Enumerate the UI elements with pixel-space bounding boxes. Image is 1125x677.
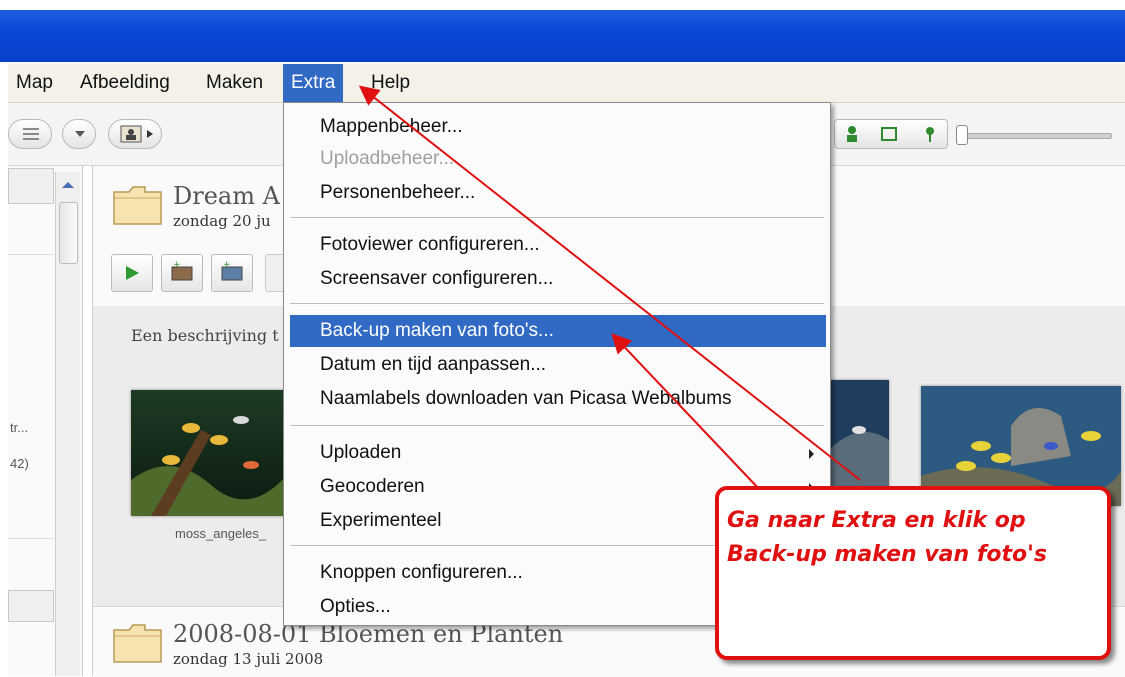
view-dropdown-button[interactable] <box>62 119 96 149</box>
callout-text: Ga naar Extra en klik op Back-up maken v… <box>727 504 1047 572</box>
menu-bar: Map Afbeelding Maken Extra Help <box>8 64 1125 103</box>
panel-header <box>8 168 54 204</box>
play-icon <box>126 266 139 280</box>
menu-item-mappenbeheer[interactable]: Mappenbeheer... <box>290 111 826 143</box>
panel-section-header <box>8 590 54 622</box>
submenu-arrow-icon <box>809 449 814 459</box>
scroll-up-icon <box>62 182 74 188</box>
window-title-bar <box>0 10 1125 62</box>
menu-item-screensaver[interactable]: Screensaver configureren... <box>290 263 826 295</box>
menu-help[interactable]: Help <box>363 64 418 102</box>
folder-count: 42) <box>10 456 29 471</box>
collage-icon: + <box>171 260 193 281</box>
callout-line-2: Back-up maken van foto's <box>727 542 1047 567</box>
menu-item-datum-tijd[interactable]: Datum en tijd aanpassen... <box>290 349 826 381</box>
play-slideshow-button[interactable] <box>111 254 153 292</box>
menu-map[interactable]: Map <box>8 64 61 102</box>
album-title[interactable]: Dream A <box>173 182 280 210</box>
menu-item-personenbeheer[interactable]: Personenbeheer... <box>290 177 826 209</box>
menu-maken[interactable]: Maken <box>198 64 271 102</box>
film-icon: + <box>221 260 243 281</box>
folder-icon <box>113 186 162 225</box>
svg-text:+: + <box>223 260 231 270</box>
menu-item-fotoviewer[interactable]: Fotoviewer configureren... <box>290 229 826 261</box>
photo-thumbnail[interactable] <box>131 390 291 516</box>
filter-icons <box>847 126 934 142</box>
album-date: zondag 13 juli 2008 <box>173 650 324 668</box>
list-view-button[interactable] <box>8 119 52 149</box>
filter-button-group[interactable] <box>834 119 948 149</box>
slideshow-button[interactable] <box>108 119 162 149</box>
divider <box>8 254 54 255</box>
folder-list-scrollbar[interactable] <box>55 172 80 676</box>
person-photo-icon <box>120 125 153 143</box>
menu-separator <box>290 217 824 219</box>
album-description[interactable]: Een beschrijving t <box>131 326 279 345</box>
menu-item-backup[interactable]: Back-up maken van foto's... <box>290 315 826 347</box>
menu-item-label: Experimenteel <box>320 510 442 531</box>
menu-item-naamlabels[interactable]: Naamlabels downloaden van Picasa Webalbu… <box>290 383 826 415</box>
album-date: zondag 20 ju <box>173 212 271 230</box>
menu-item-label: Geocoderen <box>320 476 425 497</box>
zoom-slider-track[interactable] <box>960 133 1112 139</box>
callout-line-1: Ga naar Extra en klik op <box>727 508 1026 533</box>
menu-item-label: Uploaden <box>320 442 402 463</box>
zoom-slider-handle[interactable] <box>956 125 968 145</box>
photo-caption: moss_angeles_ <box>175 526 267 541</box>
instruction-callout: Ga naar Extra en klik op Back-up maken v… <box>715 486 1111 660</box>
menu-item-uploaden[interactable]: Uploaden <box>290 437 826 469</box>
menu-item-uploadbeheer[interactable]: Uploadbeheer... <box>290 143 826 175</box>
list-view-icon <box>23 128 39 140</box>
svg-text:+: + <box>173 260 181 270</box>
scroll-thumb[interactable] <box>59 202 78 264</box>
add-collage-button[interactable]: + <box>161 254 203 292</box>
menu-separator <box>290 303 824 305</box>
folder-name-truncated[interactable]: tr... <box>10 420 28 435</box>
folder-icon <box>113 624 162 663</box>
chevron-down-icon <box>75 131 85 137</box>
menu-extra[interactable]: Extra <box>283 64 344 102</box>
menu-afbeelding[interactable]: Afbeelding <box>72 64 178 102</box>
divider <box>8 538 54 539</box>
add-movie-button[interactable]: + <box>211 254 253 292</box>
menu-separator <box>290 425 824 427</box>
photo-thumbnail[interactable] <box>829 380 889 500</box>
